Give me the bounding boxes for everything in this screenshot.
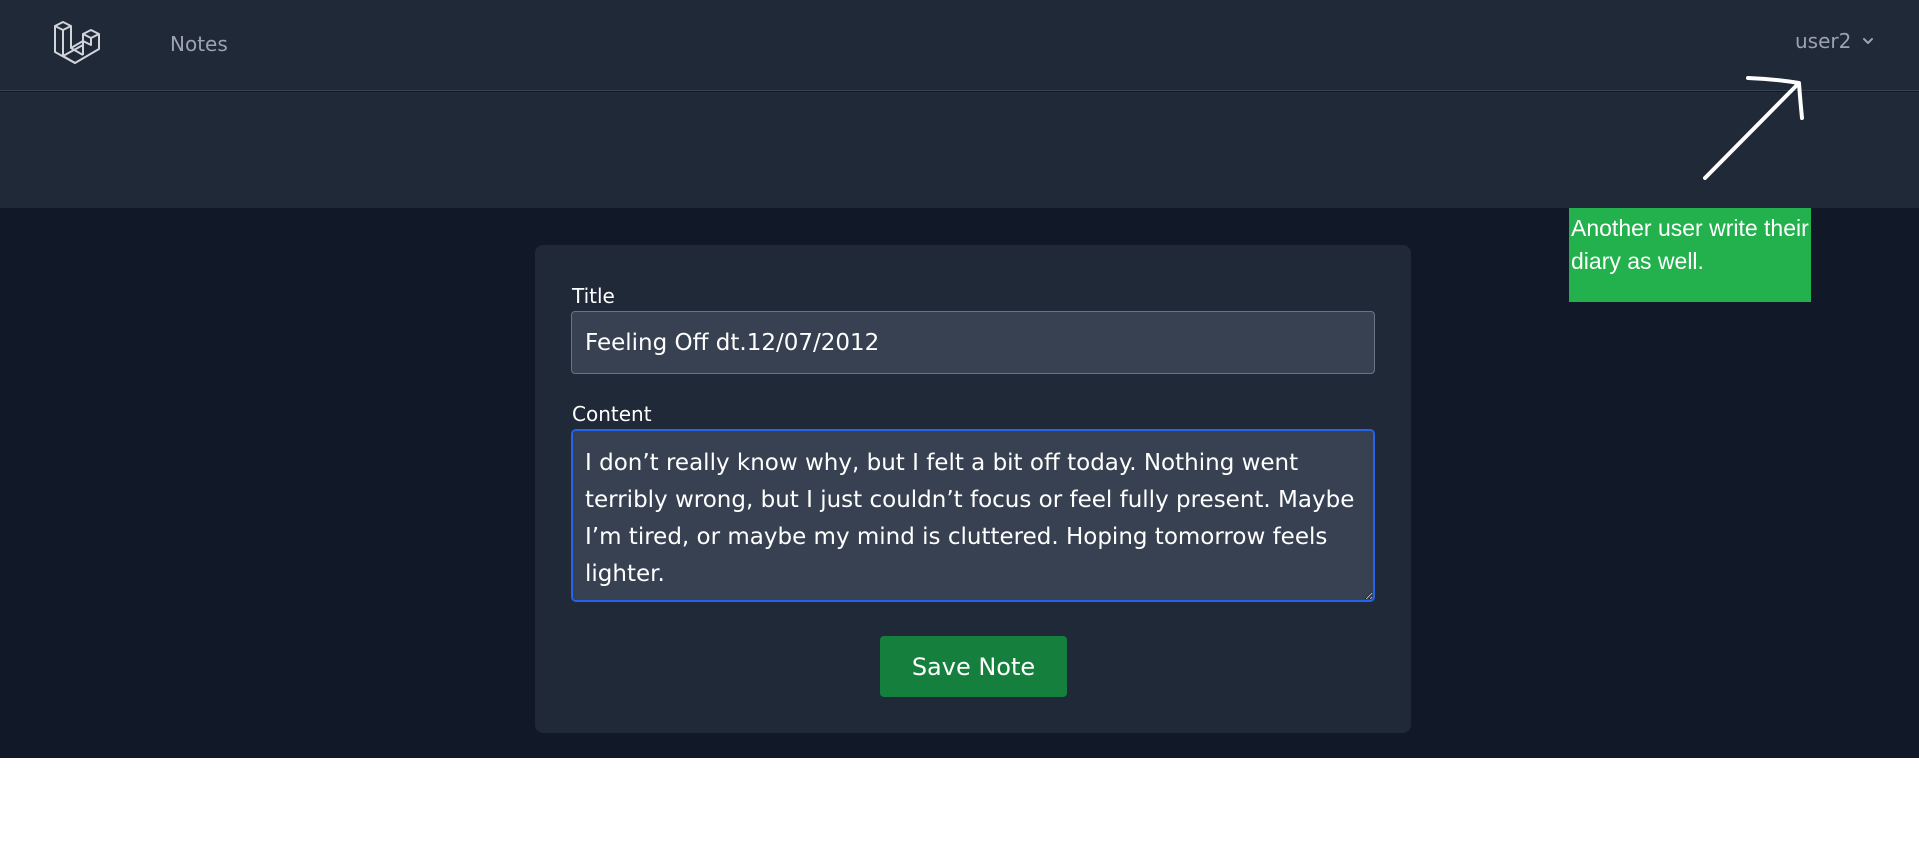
- nav-link-notes[interactable]: Notes: [170, 32, 228, 56]
- laravel-logo-icon[interactable]: [53, 18, 103, 68]
- annotation-note: Another user write their diary as well.: [1569, 208, 1811, 302]
- title-input[interactable]: [571, 311, 1375, 374]
- chevron-down-icon: [1863, 38, 1874, 44]
- content-label: Content: [572, 402, 652, 426]
- user-name: user2: [1795, 29, 1852, 53]
- user-dropdown[interactable]: user2: [1795, 29, 1875, 53]
- note-form-card: Title Content I don’t really know why, b…: [535, 245, 1411, 733]
- screenshot-viewport: Notes user2 Title Content I don’t really…: [0, 0, 1919, 855]
- arrow-up-right-icon: [1703, 76, 1804, 180]
- save-note-button[interactable]: Save Note: [880, 636, 1067, 697]
- content-textarea[interactable]: I don’t really know why, but I felt a bi…: [571, 429, 1375, 602]
- top-navigation: Notes user2: [0, 0, 1919, 91]
- notes-app: Notes user2 Title Content I don’t really…: [0, 0, 1919, 758]
- page-header-bar: [0, 92, 1919, 208]
- title-label: Title: [572, 284, 615, 308]
